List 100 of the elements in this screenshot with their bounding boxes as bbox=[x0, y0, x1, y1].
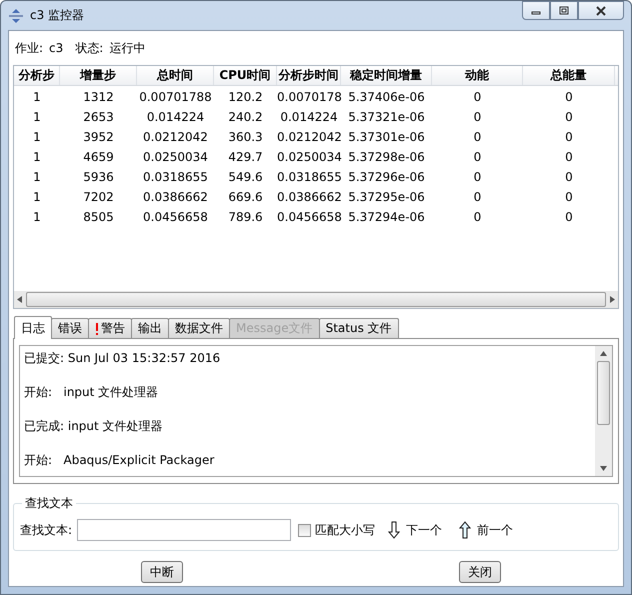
column-header[interactable]: 总能量 bbox=[523, 66, 615, 85]
table-cell: 0 bbox=[474, 190, 482, 204]
column-header[interactable]: 增量步 bbox=[60, 66, 137, 85]
status-value: 运行中 bbox=[109, 40, 146, 56]
up-arrow-icon bbox=[459, 521, 472, 539]
group-title: 查找文本 bbox=[22, 495, 76, 512]
table-cell: 0.0212042 bbox=[143, 130, 208, 144]
table-cell: 5.37294e-06 bbox=[348, 210, 425, 224]
table-cell: 5936 bbox=[83, 170, 114, 184]
table-cell: 0 bbox=[565, 150, 573, 164]
table-cell: 360.3 bbox=[228, 130, 263, 144]
table-cell: 5.37295e-06 bbox=[348, 190, 425, 204]
maximize-icon bbox=[559, 6, 569, 16]
dialog-button[interactable]: 中断 bbox=[141, 561, 183, 583]
tab[interactable]: 数据文件 bbox=[168, 318, 230, 338]
table-cell: 1 bbox=[33, 110, 41, 124]
table-cell: 1 bbox=[33, 130, 41, 144]
find-label: 查找文本: bbox=[20, 522, 72, 538]
tab[interactable]: 警告 bbox=[88, 318, 132, 338]
table-cell: 0 bbox=[565, 170, 573, 184]
table-cell: 1 bbox=[33, 150, 41, 164]
column-header[interactable]: 稳定时间增量 bbox=[341, 66, 432, 85]
find-text-field[interactable] bbox=[77, 519, 292, 541]
table-cell: 5.37298e-06 bbox=[348, 150, 425, 164]
table-cell: 1 bbox=[33, 190, 41, 204]
table-cell: 0.0070178 bbox=[277, 90, 342, 104]
table-cell: 669.6 bbox=[228, 190, 263, 204]
job-label: 作业: bbox=[15, 40, 44, 56]
scroll-down-icon[interactable] bbox=[600, 466, 607, 471]
horizontal-scrollbar[interactable] bbox=[14, 291, 618, 308]
table-cell: 5.37406e-06 bbox=[348, 90, 425, 104]
table-cell: 0 bbox=[474, 150, 482, 164]
table-cell: 2653 bbox=[83, 110, 114, 124]
match-case-checkbox[interactable] bbox=[298, 524, 312, 536]
scroll-right-icon[interactable] bbox=[610, 296, 615, 303]
window-title: c3 监控器 bbox=[30, 7, 84, 24]
status-label: 状态: bbox=[75, 40, 104, 56]
tab[interactable]: 错误 bbox=[51, 318, 89, 338]
table-cell: 0.014224 bbox=[280, 110, 338, 124]
table-cell: 789.6 bbox=[228, 210, 263, 224]
log-line: 开始: Abaqus/Explicit Packager bbox=[24, 453, 214, 467]
table-cell: 0.0212042 bbox=[277, 130, 342, 144]
table-cell: 5.37296e-06 bbox=[348, 170, 425, 184]
table-cell: 0.00701788 bbox=[139, 90, 212, 104]
table-cell: 0.0456658 bbox=[277, 210, 342, 224]
job-value: c3 bbox=[49, 41, 64, 55]
minimize-button[interactable] bbox=[522, 1, 550, 20]
log-line: 已完成: input 文件处理器 bbox=[24, 419, 163, 433]
tab[interactable]: Status 文件 bbox=[318, 318, 399, 338]
column-header[interactable]: 总时间 bbox=[137, 66, 214, 85]
tab[interactable]: 日志 bbox=[14, 316, 52, 339]
table-cell: 0.0456658 bbox=[143, 210, 208, 224]
table-cell: 0 bbox=[565, 190, 573, 204]
column-header[interactable]: 动能 bbox=[432, 66, 523, 85]
table-cell: 0.0318655 bbox=[143, 170, 208, 184]
table-cell: 120.2 bbox=[228, 90, 263, 104]
warning-icon bbox=[95, 322, 99, 334]
table-cell: 0.014224 bbox=[146, 110, 204, 124]
table-cell: 5.37301e-06 bbox=[348, 130, 425, 144]
table-cell: 549.6 bbox=[228, 170, 263, 184]
app-icon bbox=[8, 8, 24, 24]
table-cell: 0.0250034 bbox=[143, 150, 208, 164]
table-cell: 0 bbox=[565, 110, 573, 124]
column-header[interactable]: CPU时间 bbox=[214, 66, 277, 85]
dialog-button[interactable]: 关闭 bbox=[459, 561, 501, 583]
column-header[interactable]: 分析步时间 bbox=[277, 66, 341, 85]
table-cell: 0.0318655 bbox=[277, 170, 342, 184]
table-cell: 3952 bbox=[83, 130, 114, 144]
table-cell: 0 bbox=[565, 210, 573, 224]
table-cell: 5.37321e-06 bbox=[348, 110, 425, 124]
down-arrow-icon bbox=[388, 521, 400, 539]
table-cell: 0 bbox=[474, 90, 482, 104]
table-cell: 0 bbox=[565, 130, 573, 144]
vertical-scrollbar[interactable] bbox=[595, 346, 612, 476]
table-cell: 240.2 bbox=[228, 110, 263, 124]
table-cell: 1312 bbox=[83, 90, 114, 104]
table-cell: 8505 bbox=[83, 210, 114, 224]
table-cell: 0 bbox=[474, 210, 482, 224]
table-cell: 1 bbox=[33, 170, 41, 184]
table-cell: 4659 bbox=[83, 150, 114, 164]
scroll-left-icon[interactable] bbox=[17, 296, 22, 303]
close-button[interactable] bbox=[578, 1, 624, 20]
table-cell: 0.0386662 bbox=[143, 190, 208, 204]
table-cell: 0 bbox=[474, 170, 482, 184]
match-case-label: 匹配大小写 bbox=[315, 522, 376, 538]
table-cell: 7202 bbox=[83, 190, 114, 204]
tab[interactable]: 输出 bbox=[131, 318, 169, 338]
table-cell: 1 bbox=[33, 210, 41, 224]
log-line: 已提交: Sun Jul 03 15:32:57 2016 bbox=[24, 351, 220, 365]
table-cell: 0.0250034 bbox=[277, 150, 342, 164]
column-header[interactable]: 分析步 bbox=[14, 66, 60, 85]
log-line: 开始: input 文件处理器 bbox=[24, 385, 158, 399]
next-button[interactable]: 下一个 bbox=[384, 521, 446, 539]
table-cell: 0 bbox=[565, 90, 573, 104]
maximize-button[interactable] bbox=[550, 1, 578, 20]
previous-button[interactable]: 前一个 bbox=[455, 521, 518, 539]
table-cell: 429.7 bbox=[228, 150, 263, 164]
table-cell: 0.0386662 bbox=[277, 190, 342, 204]
table-cell: 0 bbox=[474, 110, 482, 124]
scroll-up-icon[interactable] bbox=[600, 351, 607, 356]
